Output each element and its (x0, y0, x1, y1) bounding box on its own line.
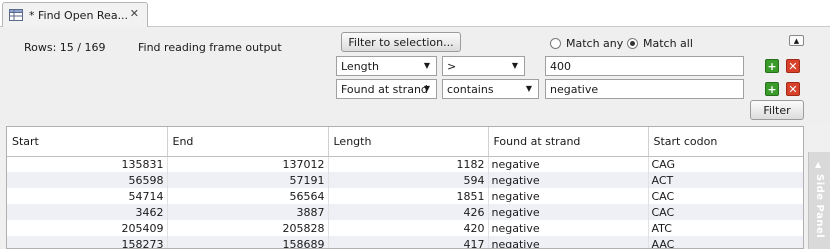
table-header-row: Start End Length Found at strand Start c… (7, 127, 803, 157)
match-any-label: Match any (566, 37, 624, 50)
filter-to-selection-button[interactable]: Filter to selection... (341, 32, 461, 52)
column-header-strand[interactable]: Found at strand (488, 127, 649, 157)
radio-dot (550, 38, 561, 49)
table-icon (9, 9, 23, 21)
table-row[interactable]: 135831 137012 1182 negative CAG (7, 156, 803, 172)
cell-length: 417 (328, 236, 489, 248)
cell-end: 57191 (167, 172, 329, 188)
filter-operator-select[interactable]: > ▼ (442, 56, 525, 76)
add-filter-icon[interactable]: + (765, 59, 779, 73)
radio-dot-selected (627, 38, 638, 49)
match-any-radio[interactable]: Match any (550, 37, 623, 50)
cell-end: 158689 (167, 236, 329, 248)
filter-column-value: Length (341, 59, 379, 73)
cell-start-codon: AAC (648, 236, 803, 248)
cell-strand: negative (488, 236, 649, 248)
filter-operator-select[interactable]: contains ▼ (442, 79, 539, 99)
table-row[interactable]: 3462 3887 426 negative CAC (7, 204, 803, 220)
collapse-icon[interactable]: ▲ (789, 35, 804, 46)
close-icon[interactable]: ✕ (130, 7, 139, 20)
table-row[interactable]: 56598 57191 594 negative ACT (7, 172, 803, 188)
filter-value-input[interactable]: negative (545, 79, 744, 99)
cell-start: 56598 (7, 172, 168, 188)
column-header-length[interactable]: Length (328, 127, 489, 157)
chevron-down-icon: ▼ (423, 61, 430, 70)
cell-length: 420 (328, 220, 489, 236)
filter-value-input[interactable]: 400 (545, 56, 744, 76)
table-row[interactable]: 205409 205828 420 negative ATC (7, 220, 803, 236)
cell-strand: negative (488, 204, 649, 220)
cell-start-codon: ACT (648, 172, 803, 188)
remove-filter-icon[interactable]: ✕ (786, 82, 800, 96)
cell-length: 1851 (328, 188, 489, 204)
filter-panel: Rows: 15 / 169 Find reading frame output… (0, 28, 830, 125)
filter-column-select[interactable]: Length ▼ (336, 56, 437, 76)
chevron-down-icon: ▼ (423, 84, 430, 93)
cell-start-codon: ATC (651, 221, 672, 235)
cell-start: 158273 (7, 236, 168, 248)
column-header-start-codon[interactable]: Start codon (648, 127, 803, 157)
cell-strand: negative (488, 156, 649, 172)
cell-start-codon: CAC (648, 204, 803, 220)
cell-length: 426 (328, 204, 489, 220)
add-filter-icon[interactable]: + (765, 82, 779, 96)
output-title: Find reading frame output (138, 41, 282, 54)
chevron-up-icon: ▲ (815, 160, 822, 169)
cell-strand: negative (488, 172, 649, 188)
match-all-radio[interactable]: Match all (627, 37, 693, 50)
chevron-down-icon: ▼ (511, 61, 518, 70)
cell-start: 3462 (7, 204, 168, 220)
cell-strand: negative (488, 188, 649, 204)
rows-count: Rows: 15 / 169 (24, 41, 106, 54)
cell-start: 135831 (7, 156, 168, 172)
results-table: Start End Length Found at strand Start c… (6, 126, 804, 249)
chevron-down-icon: ▼ (525, 84, 532, 93)
side-panel-label: Side Panel (814, 174, 825, 239)
filter-operator-value: contains (447, 82, 494, 96)
remove-filter-icon[interactable]: ✕ (786, 59, 800, 73)
cell-strand: negative (488, 220, 649, 236)
cell-end: 3887 (167, 204, 329, 220)
cell-end: 137012 (167, 156, 329, 172)
table-row[interactable]: 158273 158689 417 negative AAC (7, 236, 803, 248)
filter-column-value: Found at strand (341, 82, 428, 96)
match-all-label: Match all (643, 37, 693, 50)
filter-button[interactable]: Filter (750, 100, 804, 120)
column-header-end[interactable]: End (167, 127, 329, 157)
cell-start-codon: CAC (651, 189, 675, 203)
cell-length: 594 (328, 172, 489, 188)
filter-operator-value: > (447, 59, 457, 73)
cell-end: 205828 (167, 220, 329, 236)
cell-start: 54714 (7, 188, 168, 204)
editor-tab[interactable]: * Find Open Rea... ✕ (2, 2, 148, 27)
cell-start: 205409 (7, 220, 168, 236)
cell-length: 1182 (328, 156, 489, 172)
cell-end: 56564 (167, 188, 329, 204)
tab-strip: * Find Open Rea... ✕ (0, 0, 830, 27)
side-panel-tab[interactable]: ▲ Side Panel (808, 152, 830, 249)
tab-title: * Find Open Rea... (29, 8, 129, 22)
cell-start-codon: CAG (651, 157, 676, 171)
filter-column-select[interactable]: Found at strand ▼ (336, 79, 437, 99)
table-row[interactable]: 54714 56564 1851 negative CAC (7, 188, 803, 204)
column-header-start[interactable]: Start (7, 127, 168, 157)
